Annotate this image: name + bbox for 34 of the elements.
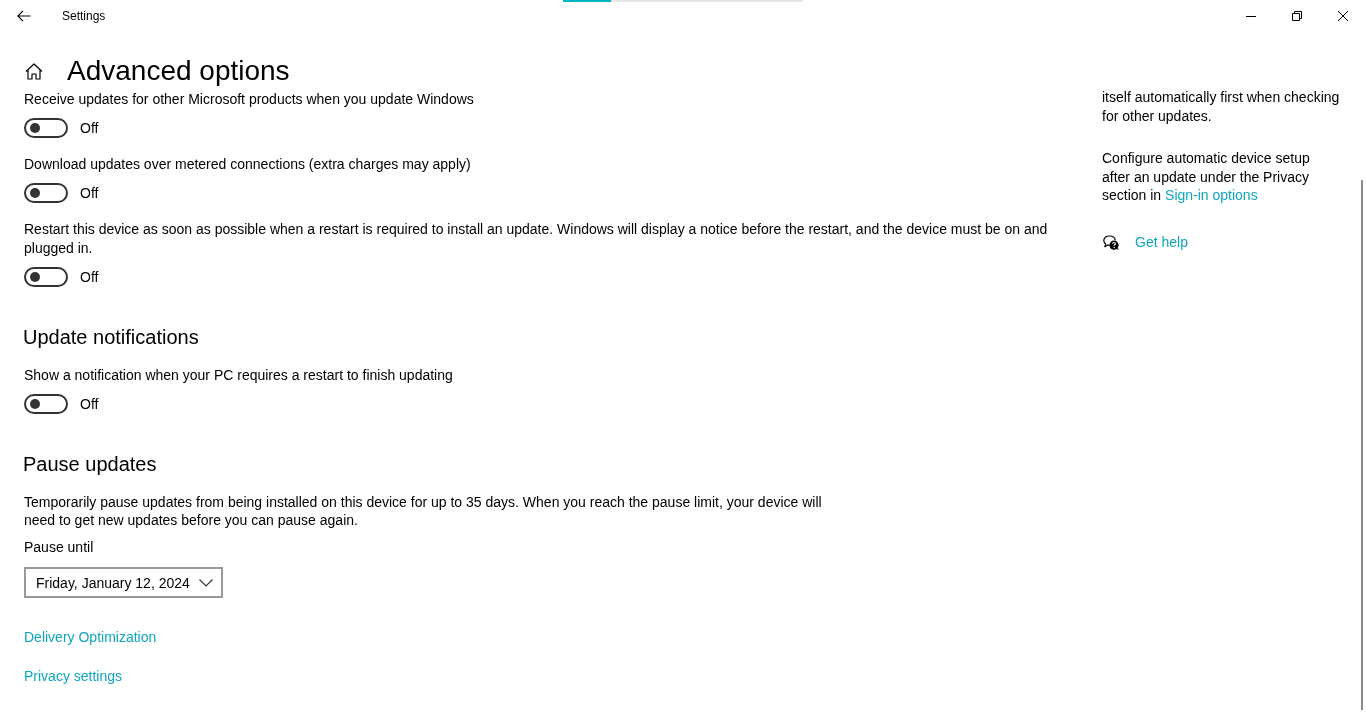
toggle-switch[interactable]	[24, 394, 68, 414]
toggle-switch[interactable]	[24, 183, 68, 203]
setting-label: Download updates over metered connections (extra charges may apply)	[24, 155, 471, 174]
setting-label: Show a notification when your PC requires a restart to finish updating	[24, 366, 453, 385]
field-label: Pause until	[24, 538, 95, 557]
minimize-icon	[1246, 15, 1256, 17]
page-title: Advanced options	[67, 54, 290, 88]
help-link[interactable]: Get help	[1135, 233, 1188, 252]
setting-label: Restart this device as soon as possible when a restart is required to install an update. Windows will display a notice before the restart, and the device must be on and plugged in.	[24, 220, 1049, 258]
home-icon	[25, 62, 43, 80]
home-button[interactable]	[24, 61, 44, 81]
section-heading: Pause updates	[23, 452, 157, 477]
toggle-state-label: Off	[80, 394, 99, 414]
settings-link[interactable]: Privacy settings	[24, 668, 123, 684]
setting-label: Receive updates for other Microsoft products when you update Windows	[24, 90, 474, 109]
help-icon	[1103, 234, 1120, 251]
settings-link[interactable]: Delivery Optimization	[24, 629, 157, 645]
toggle-state-label: Off	[80, 183, 99, 203]
description-text: Temporarily pause updates from being installed on this device for up to 35 days. When you reach the pause limit, your device will need to get new updates before you can pause again.	[24, 493, 823, 529]
toggle-state-label: Off	[80, 118, 99, 138]
back-arrow-icon	[17, 10, 31, 22]
scrollbar-thumb[interactable]	[1361, 180, 1363, 710]
toggle-state-label: Off	[80, 267, 99, 287]
date-dropdown[interactable]: Friday, January 12, 2024	[24, 567, 223, 598]
section-heading: Update notifications	[23, 325, 199, 350]
toggle-switch[interactable]	[24, 267, 68, 287]
restore-icon	[1292, 11, 1302, 21]
close-icon	[1338, 11, 1348, 21]
sidebar-text: itself automatically first when checking for other updates.	[1102, 88, 1341, 125]
sidebar-text: Configure automatic device setup after an update under the Privacy section in Sign-in options	[1102, 149, 1311, 205]
toggle-switch[interactable]	[24, 118, 68, 138]
chevron-down-icon	[198, 578, 213, 587]
window-title: Settings	[62, 9, 106, 23]
inline-link[interactable]: Sign-in options	[1165, 187, 1258, 203]
